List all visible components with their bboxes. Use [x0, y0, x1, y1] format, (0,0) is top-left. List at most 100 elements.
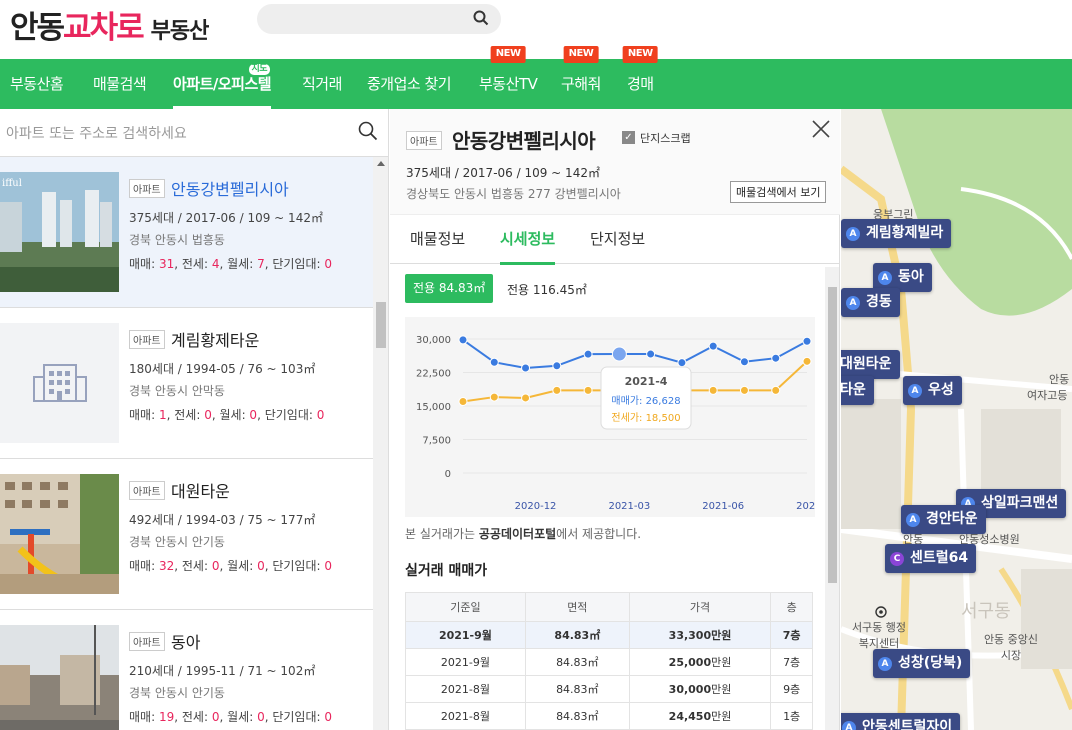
column-header: 가격 — [628, 592, 772, 622]
map-pin[interactable]: 타운 — [841, 376, 874, 405]
search-icon[interactable] — [473, 10, 489, 30]
cell-floor: 7층 — [770, 648, 813, 676]
apartment-address: 경북 안동시 안막동 — [129, 384, 225, 398]
svg-text:ifful: ifful — [2, 178, 22, 189]
map-pin[interactable]: 대원타운 — [841, 350, 900, 379]
main-nav: 부동산홈 매물검색 아파트/오피스텔 지도 직거래 중개업소 찾기 부동산TV NE… — [0, 46, 1072, 109]
map-pin[interactable]: A 계림황제빌라 — [841, 219, 952, 248]
y-tick-label: 15,000 — [416, 402, 451, 413]
scroll-up-arrow-icon[interactable] — [377, 161, 385, 166]
apartment-photo — [0, 474, 119, 594]
list-item[interactable]: 아파트 동아 210세대 / 1995-11 / 71 ~ 102㎡ 경북 안동… — [0, 610, 374, 730]
detail-meta: 375세대 / 2017-06 / 109 ~ 142㎡ — [406, 166, 600, 180]
scrollbar-thumb[interactable] — [376, 302, 386, 348]
tab-listing[interactable]: 매물정보 — [410, 215, 465, 265]
x-tick-label: 2021-06 — [702, 501, 744, 512]
area-option-selected[interactable]: 전용 84.83㎡ — [405, 274, 494, 303]
map-pin[interactable]: A 성창(당북) — [873, 649, 971, 678]
apartment-marker-icon: A — [906, 513, 920, 527]
data-point — [489, 357, 499, 367]
type-badge: 아파트 — [129, 481, 165, 500]
map-pin[interactable]: A 경동 — [841, 288, 900, 317]
data-point — [771, 353, 781, 363]
list-item[interactable]: 아파트 계림황제타운 180세대 / 1994-05 / 76 ~ 103㎡ 경… — [0, 308, 374, 459]
apartment-name[interactable]: 동아 — [171, 629, 200, 653]
cell-area: 84.83㎡ — [524, 702, 630, 730]
scrap-checkbox[interactable]: ✓ — [622, 131, 635, 144]
list-item[interactable]: 아파트 대원타운 492세대 / 1994-03 / 75 ~ 177㎡ 경북 … — [0, 459, 374, 610]
apartment-name[interactable]: 대원타운 — [171, 478, 230, 502]
type-badge: 아파트 — [129, 330, 165, 349]
view-in-search-button[interactable]: 매물검색에서 보기 — [730, 181, 827, 203]
apartment-meta: 210세대 / 1995-11 / 71 ~ 102㎡ — [129, 664, 316, 678]
list-scrollbar[interactable] — [373, 157, 388, 730]
nav-item-request[interactable]: 구해줘 NEW — [561, 46, 601, 109]
nav-item-home[interactable]: 부동산홈 — [10, 59, 64, 109]
data-point — [583, 349, 593, 359]
data-point — [802, 336, 812, 346]
map-pin[interactable]: A 우성 — [903, 376, 962, 405]
table-header-row: 기준일 면적 가격 층 — [405, 592, 813, 622]
nav-item-auction[interactable]: 경매 NEW — [622, 46, 658, 109]
apartment-list-panel: 아파트 또는 주소로 검색하세요 ifful 아파트 안동강변펠리시아 375세… — [0, 109, 389, 730]
location-marker-icon — [875, 606, 887, 618]
cell-area: 84.83㎡ — [524, 675, 630, 703]
apartment-address: 경북 안동시 법흥동 — [129, 233, 225, 247]
map-pin[interactable]: A 안동센트럴자이 — [841, 713, 961, 730]
apartment-address: 경북 안동시 안기동 — [129, 686, 225, 700]
cell-date: 2021-9월 — [405, 621, 526, 649]
search-icon[interactable] — [358, 121, 378, 145]
detail-header: 아파트 안동강변펠리시아 ✓ 단지스크랩 375세대 / 2017-06 / 1… — [390, 109, 840, 214]
cell-date: 2021-8월 — [405, 675, 526, 703]
data-point — [458, 335, 468, 345]
type-badge: 아파트 — [129, 632, 165, 651]
nav-item-apartment[interactable]: 아파트/오피스텔 지도 — [173, 59, 272, 109]
detail-scrollbar[interactable] — [825, 267, 839, 730]
close-icon[interactable] — [812, 119, 830, 144]
nav-label: 구해줘 — [561, 75, 601, 93]
deal-counts: 매매: 31, 전세: 4, 월세: 7, 단기임대: 0 — [129, 257, 333, 271]
nav-item-search[interactable]: 매물검색 — [93, 59, 147, 109]
cell-area: 84.83㎡ — [524, 648, 630, 676]
nav-label: 매물검색 — [93, 75, 147, 93]
y-tick-label: 0 — [445, 469, 451, 480]
apartment-marker-icon: A — [908, 384, 922, 398]
apartment-marker-icon: A — [878, 271, 892, 285]
nav-item-direct[interactable]: 직거래 — [302, 59, 342, 109]
apartment-name[interactable]: 안동강변펠리시아 — [171, 176, 289, 200]
source-note: 본 실거래가는 공공데이터포털에서 제공합니다. — [405, 527, 642, 541]
logo-main-text: 안동 — [10, 10, 65, 46]
nav-item-agency[interactable]: 중개업소 찾기 — [367, 59, 452, 109]
apartment-marker-icon: A — [878, 657, 892, 671]
list-item[interactable]: ifful 아파트 안동강변펠리시아 375세대 / 2017-06 / 109… — [0, 157, 374, 308]
apartment-list[interactable]: ifful 아파트 안동강변펠리시아 375세대 / 2017-06 / 109… — [0, 157, 374, 730]
new-badge: NEW — [622, 46, 658, 63]
detail-address: 경상북도 안동시 법흥동 277 강변펠리시아 — [406, 187, 621, 201]
map-pin[interactable]: C 센트럴64 — [885, 544, 977, 573]
area-option[interactable]: 전용 116.45㎡ — [507, 281, 587, 298]
apartment-marker-icon: A — [846, 227, 860, 241]
map-pin[interactable]: A 경안타운 — [901, 505, 986, 534]
scrap-label[interactable]: 단지스크랩 — [640, 130, 691, 146]
site-logo[interactable]: 안동교차로 부동산 — [10, 2, 209, 47]
cell-floor: 7층 — [770, 621, 813, 649]
nav-item-tv[interactable]: 부동산TV NEW — [479, 46, 538, 109]
scrollbar-thumb[interactable] — [828, 287, 837, 583]
cell-area: 84.83㎡ — [524, 621, 630, 649]
cell-price: 30,000만원 — [628, 675, 772, 703]
data-point — [552, 385, 562, 395]
deal-counts: 매매: 32, 전세: 0, 월세: 0, 단기임대: 0 — [129, 559, 333, 573]
map-badge: 지도 — [247, 63, 272, 76]
apartment-name[interactable]: 계림황제타운 — [171, 327, 259, 351]
tab-price[interactable]: 시세정보 — [500, 215, 556, 265]
apartment-meta: 375세대 / 2017-06 / 109 ~ 142㎡ — [129, 211, 323, 225]
apartment-marker-icon: A — [842, 721, 856, 730]
y-tick-label: 30,000 — [416, 335, 451, 346]
tab-complex[interactable]: 단지정보 — [590, 215, 645, 265]
apartment-meta: 492세대 / 1994-03 / 75 ~ 177㎡ — [129, 513, 316, 527]
apartment-search-input[interactable]: 아파트 또는 주소로 검색하세요 — [0, 109, 388, 157]
map-view[interactable]: 웅부그린 안동 여자고등 안동 안동성소병원 서구동 서구동 행정복지센터 안동… — [841, 109, 1072, 730]
data-point — [739, 357, 749, 367]
top-search-input[interactable] — [257, 4, 501, 34]
data-point — [708, 385, 718, 395]
